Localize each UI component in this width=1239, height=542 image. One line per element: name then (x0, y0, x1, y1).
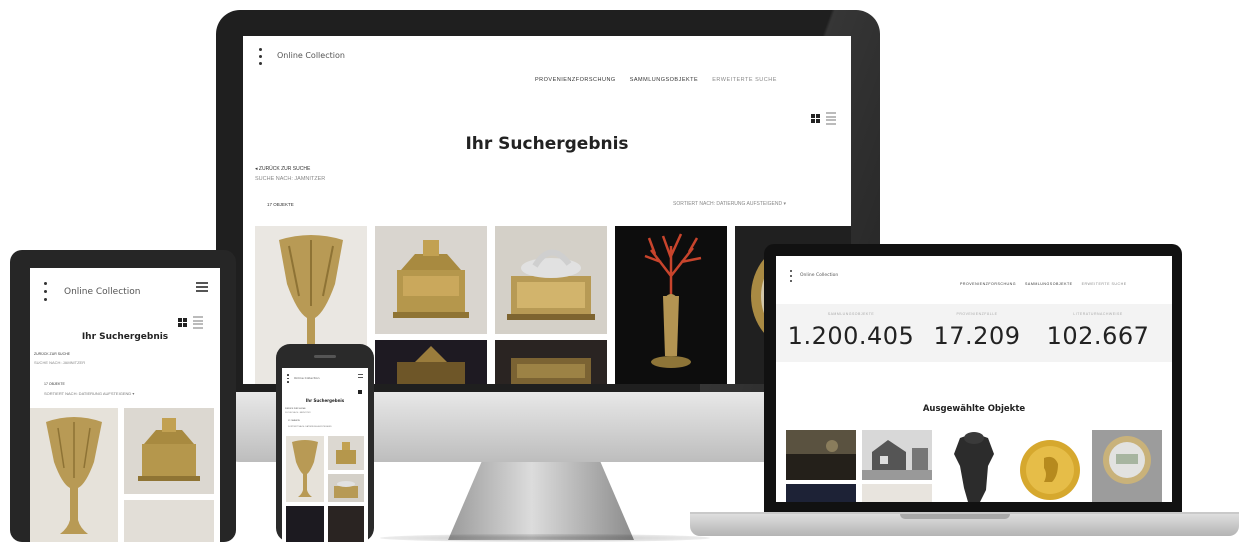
result-tile-coral-figure[interactable] (615, 226, 727, 384)
page-title: Ihr Suchergebnis (465, 134, 629, 154)
tablet-menu-dots-icon[interactable] (44, 282, 47, 301)
tablet-site-logo[interactable]: Online Collection (64, 287, 140, 297)
phone-site-logo[interactable]: Online Collection (294, 376, 319, 380)
back-link-label: Zurück zur Suche (258, 166, 311, 172)
tablet-sort-dropdown[interactable]: Sortiert nach: Datierung aufsteigend ▾ (44, 391, 134, 396)
phone-page-title: Ihr Suchergebnis (305, 398, 345, 403)
tablet-hamburger-icon[interactable] (196, 282, 208, 292)
phone-goblet-image (292, 440, 318, 497)
stat-literature-label: Literaturnachweise (1073, 312, 1123, 316)
tablet-goblet-image (46, 417, 102, 534)
nav-item-provenance[interactable]: Provenienzforschung (535, 77, 616, 83)
phone-screen: Online Collection Ihr Suchergebnis Zurüc… (282, 368, 368, 542)
phone-back-link[interactable]: Zurück zur Suche (285, 408, 306, 410)
list-view-icon[interactable] (826, 112, 836, 125)
laptop-main-nav: Provenienzforschung Sammlungsobjekte Erw… (960, 282, 1127, 286)
tablet-casket-image (138, 418, 200, 481)
phone-object-count: 17 Objekte (288, 420, 300, 422)
tablet-tile-silver[interactable] (124, 500, 214, 542)
phone-casket-image (336, 442, 356, 464)
laptop-screen: Online Collection Provenienzforschung Sa… (776, 256, 1172, 502)
featured-tile-silver-medal[interactable] (1092, 430, 1162, 502)
tablet-page-title: Ihr Suchergebnis (81, 332, 169, 342)
main-nav: Provenienzforschung Sammlungsobjekte Erw… (535, 77, 777, 83)
phone-tile-goblet[interactable] (286, 436, 324, 502)
phone-search-query: Suche nach: Jamnitzer (285, 412, 311, 414)
phone-silver-casket-image (334, 481, 358, 498)
stat-objects-value: 1.200.405 (787, 322, 915, 350)
tablet-search-query: Suche nach: Jamnitzer (34, 360, 86, 365)
phone-speaker (314, 355, 336, 358)
tablet-tile-casket[interactable] (124, 408, 214, 494)
landscape-painting-image (786, 430, 856, 480)
result-tile-dark-box[interactable] (495, 340, 607, 384)
phone-tile-dark[interactable] (286, 506, 324, 542)
search-query: Suche nach: Jamnitzer (255, 176, 326, 182)
laptop-menu-dots-icon[interactable] (790, 270, 792, 282)
stat-objects-label: Sammlungsobjekte (827, 312, 875, 316)
site-logo[interactable]: Online Collection (277, 51, 345, 60)
phone-grid-view-icon[interactable] (358, 390, 362, 394)
stat-literature-value: 102.667 (1046, 322, 1150, 350)
phone-sort-dropdown[interactable]: Sortiert nach: Datierung aufsteigend (288, 426, 332, 428)
laptop-nav-item-provenance[interactable]: Provenienzforschung (960, 282, 1016, 286)
featured-tile-drawing[interactable] (862, 484, 932, 502)
stand-shadow (380, 534, 710, 542)
desktop-screen: Online Collection Provenienzforschung Sa… (243, 36, 851, 384)
casket-image (393, 240, 469, 318)
stats-band: Sammlungsobjekte 1.200.405 Provenienzfäl… (776, 304, 1172, 362)
tablet-list-view-icon[interactable] (193, 316, 203, 329)
phone-tile-silver-casket[interactable] (328, 474, 364, 502)
menu-icon[interactable] (259, 48, 262, 65)
coral-figure-image (644, 233, 702, 368)
sort-label: Sortiert nach: Datierung aufsteigend (673, 201, 783, 207)
gold-coin-image (1020, 440, 1080, 500)
sort-dropdown[interactable]: Sortiert nach: Datierung aufsteigend ▾ (673, 201, 786, 207)
phone-menu-dots-icon[interactable] (287, 374, 289, 383)
tablet-screen: Online Collection Ihr Suchergebnis Zurüc… (30, 268, 220, 542)
grid-view-icon[interactable] (811, 113, 820, 123)
phone-hamburger-icon[interactable] (358, 374, 363, 378)
silver-medal-image (1103, 436, 1151, 484)
torso-sculpture-image (954, 432, 994, 502)
stat-provenance-value: 17.209 (933, 322, 1021, 350)
view-toggle (811, 112, 836, 125)
dark-box-image (511, 358, 591, 384)
featured-tile-night-painting[interactable] (786, 484, 856, 502)
nav-item-objects[interactable]: Sammlungsobjekte (630, 77, 699, 83)
desktop-monitor-stand (448, 462, 634, 540)
result-tile-casket[interactable] (375, 226, 487, 334)
laptop-notch (900, 514, 1010, 519)
result-tile-dark-casket[interactable] (375, 340, 487, 384)
result-tile-silver-casket[interactable] (495, 226, 607, 334)
featured-tile-photo-house[interactable] (862, 430, 932, 480)
phone-tile-casket[interactable] (328, 436, 364, 470)
laptop-nav-item-advanced-search[interactable]: Erweiterte Suche (1082, 282, 1127, 286)
object-count: 17 Objekte (267, 202, 294, 207)
back-to-search-link[interactable]: ◂ Zurück zur Suche (255, 166, 310, 172)
dark-casket-image (397, 346, 465, 384)
featured-tile-landscape-painting[interactable] (786, 430, 856, 480)
tablet-sort-label: Sortiert nach: Datierung aufsteigend (44, 391, 132, 396)
phone-tile-dark-box[interactable] (328, 506, 364, 542)
featured-objects-title: Ausgewählte Objekte (922, 404, 1026, 414)
silver-casket-image (507, 249, 595, 320)
tablet-back-link[interactable]: Zurück zur Suche (34, 352, 70, 356)
nav-item-advanced-search[interactable]: Erweiterte Suche (712, 77, 777, 83)
laptop-nav-item-objects[interactable]: Sammlungsobjekte (1025, 282, 1073, 286)
stat-provenance-label: Provenienzfälle (956, 312, 998, 316)
tablet-object-count: 17 Objekte (44, 382, 65, 386)
laptop-site-logo[interactable]: Online Collection (800, 273, 838, 278)
featured-tile-gold-coin[interactable] (1014, 430, 1086, 502)
photo-house-image (862, 430, 932, 480)
tablet-grid-view-icon[interactable] (178, 317, 187, 327)
tablet-tile-goblet[interactable] (30, 408, 118, 542)
tablet-view-toggle (178, 316, 203, 329)
featured-tile-torso-sculpture[interactable] (938, 430, 1010, 502)
